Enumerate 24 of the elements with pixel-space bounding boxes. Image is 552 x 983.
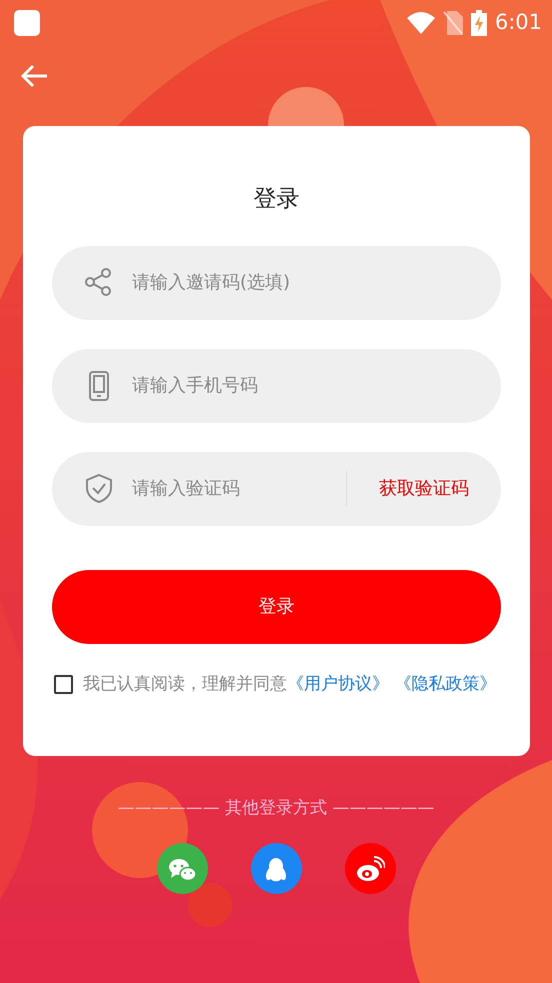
no-sim-icon <box>442 11 463 35</box>
code-input-field[interactable]: 请输入验证码 <box>130 474 346 503</box>
invite-code-input-field[interactable]: 请输入邀请码(选填) <box>130 268 501 297</box>
policy-link[interactable]: 《隐私政策》 <box>394 674 496 694</box>
card-title: 登录 <box>252 185 300 214</box>
other-login-label: —————— 其他登录方式 —————— <box>116 796 436 820</box>
code-field[interactable]: 请输入验证码 获取验证码 <box>52 452 501 526</box>
share-icon <box>84 266 114 298</box>
clock-time: 6:01 <box>494 9 542 36</box>
wifi-icon <box>406 12 435 34</box>
eye-waves-icon <box>355 854 385 882</box>
get-code-button[interactable]: 获取验证码 <box>346 471 501 506</box>
invite-code-field[interactable]: 请输入邀请码(选填) <box>52 246 501 320</box>
app-icon <box>14 10 40 36</box>
back-button[interactable] <box>20 64 48 88</box>
phone-field[interactable]: 请输入手机号码 <box>52 348 501 422</box>
login-button[interactable]: 登录 <box>52 570 501 644</box>
shield-check-icon <box>84 472 114 504</box>
agreement-checkbox[interactable] <box>54 674 73 694</box>
back-arrow-icon <box>20 64 48 88</box>
agreement-text: 我已认真阅读，理解并同意《用户协议》 《隐私政策》 <box>83 672 496 696</box>
decorative-circle <box>188 883 232 927</box>
phone-input-field[interactable]: 请输入手机号码 <box>130 371 501 400</box>
policy-link[interactable]: 《用户协议》 <box>287 674 389 694</box>
